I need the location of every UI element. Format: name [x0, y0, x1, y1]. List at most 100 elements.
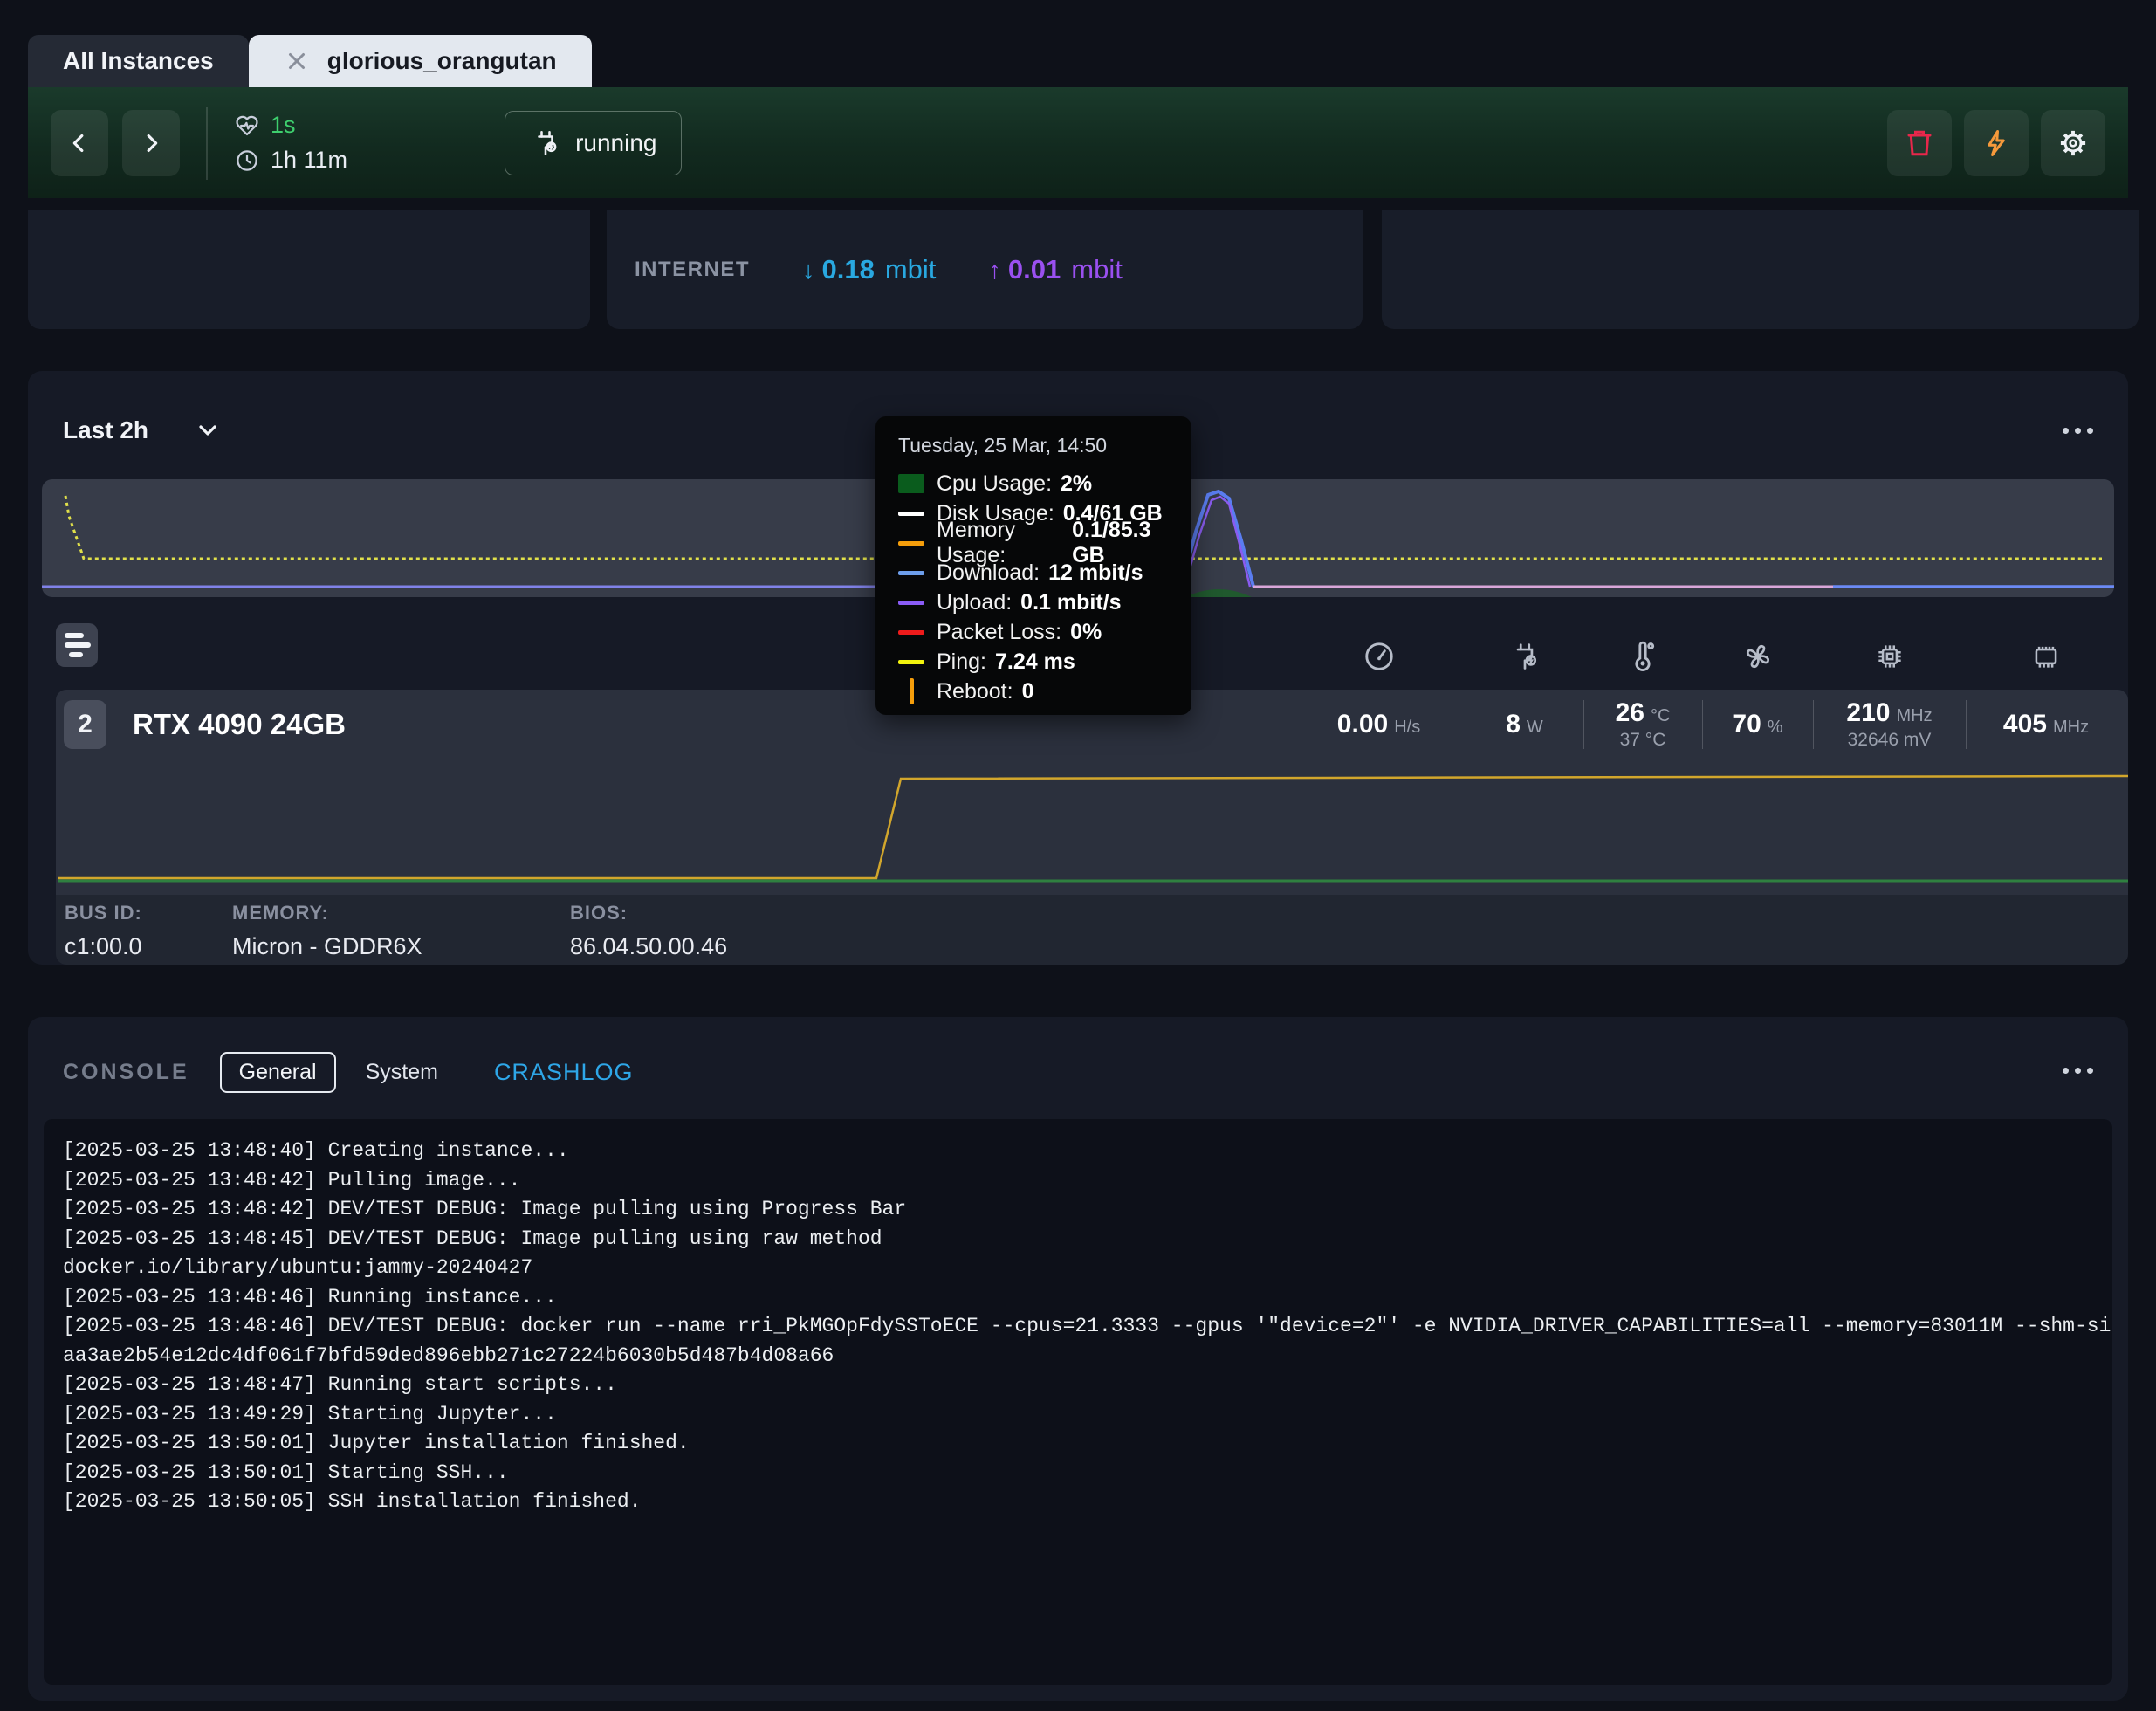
- thermometer-icon: [1626, 640, 1659, 673]
- gpu-bus-id: BUS ID: c1:00.0: [65, 902, 142, 960]
- tab-instance-label: glorious_orangutan: [327, 47, 557, 75]
- tab-all-instances[interactable]: All Instances: [28, 35, 249, 87]
- heartbeat-icon: [234, 113, 260, 139]
- time-range-dropdown[interactable]: Last 2h: [63, 416, 222, 444]
- console-log-line: [2025-03-25 13:50:05] SSH installation f…: [63, 1488, 2093, 1517]
- chevron-down-icon: [194, 416, 222, 444]
- cpu-chip-icon: [1873, 640, 1906, 673]
- chart-tooltip: Tuesday, 25 Mar, 14:50 Cpu Usage: 2% Dis…: [875, 416, 1191, 715]
- time-range-label: Last 2h: [63, 416, 148, 444]
- download-unit: mbit: [885, 254, 937, 285]
- console-log: [2025-03-25 13:48:40] Creating instance.…: [44, 1119, 2112, 1685]
- tooltip-row-packet-loss: Packet Loss: 0%: [898, 617, 1169, 647]
- metrics-more-menu[interactable]: [2063, 428, 2093, 434]
- uptime-row: 1h 11m: [234, 147, 347, 174]
- tab-all-instances-label: All Instances: [63, 47, 214, 75]
- gpu-chart: [56, 759, 2128, 895]
- console-log-line: [2025-03-25 13:48:47] Running start scri…: [63, 1371, 2093, 1400]
- close-icon[interactable]: [284, 48, 310, 74]
- upload-value: 0.01: [1008, 254, 1061, 285]
- console-tab-general[interactable]: General: [220, 1052, 336, 1093]
- internet-download: ↓ 0.18 mbit: [802, 254, 936, 285]
- status-running-button[interactable]: running: [505, 111, 682, 175]
- console-panel: CONSOLE General System CRASHLOG [2025-03…: [28, 1017, 2128, 1701]
- gpu-stat-hashrate: 0.00H/s: [1292, 690, 1466, 759]
- status-running-label: running: [575, 129, 656, 157]
- metrics-panel: Last 2h Tuesday, 25 Mar, 14:50 Cpu Usage…: [28, 371, 2128, 965]
- gpu-stat-temperature: 26°C 37 °C: [1583, 690, 1702, 759]
- memory-chip-icon: [2029, 640, 2063, 673]
- console-log-line: [2025-03-25 13:48:42] Pulling image...: [63, 1166, 2093, 1196]
- upload-arrow-icon: ↑: [988, 257, 1001, 285]
- trash-icon: [1904, 127, 1935, 159]
- tab-bar: All Instances glorious_orangutan: [28, 35, 592, 87]
- console-log-line: aa3ae2b54e12dc4df061f7bfd59ded896ebb271c…: [63, 1342, 2093, 1371]
- heartbeat-row: 1s: [234, 112, 347, 139]
- download-value: 0.18: [822, 254, 875, 285]
- instance-toolbar: 1s 1h 11m running: [28, 87, 2128, 198]
- gpu-row[interactable]: 2 RTX 4090 24GB 0.00H/s 8W 26°C 37 °C 70…: [56, 690, 2128, 895]
- toolbar-divider: [206, 107, 208, 180]
- tooltip-row-reboot: Reboot: 0: [898, 677, 1169, 706]
- download-spike: [1181, 491, 1253, 587]
- uptime-value: 1h 11m: [271, 147, 347, 174]
- card-right: [1382, 210, 2139, 329]
- card-left: [28, 210, 590, 329]
- gauge-icon: [1363, 640, 1396, 673]
- next-instance-button[interactable]: [122, 110, 180, 176]
- crashlog-link[interactable]: CRASHLOG: [494, 1059, 634, 1086]
- packet-loss-swatch: [898, 630, 924, 635]
- destroy-instance-button[interactable]: [1887, 110, 1952, 176]
- gpu-stat-fan: 70%: [1702, 690, 1813, 759]
- gpu-index-badge: 2: [64, 700, 106, 749]
- console-log-line: docker.io/library/ubuntu:jammy-20240427: [63, 1254, 2093, 1283]
- card-internet: INTERNET ↓ 0.18 mbit ↑ 0.01 mbit: [607, 210, 1363, 329]
- tab-instance[interactable]: glorious_orangutan: [249, 35, 592, 87]
- gpu-stat-mem-clock: 405MHz: [1966, 690, 2126, 759]
- app-window: All Instances glorious_orangutan 1s 1h 1…: [0, 0, 2156, 1711]
- console-header: CONSOLE General System CRASHLOG: [63, 1052, 633, 1093]
- console-log-line: [2025-03-25 13:48:46] DEV/TEST DEBUG: do…: [63, 1312, 2093, 1342]
- internet-upload: ↑ 0.01 mbit: [988, 254, 1122, 285]
- console-log-line: [2025-03-25 13:50:01] Jupyter installati…: [63, 1429, 2093, 1459]
- power-plug-icon: [530, 127, 561, 159]
- prev-instance-button[interactable]: [51, 110, 108, 176]
- console-more-menu[interactable]: [2063, 1068, 2093, 1074]
- console-log-line: [2025-03-25 13:48:40] Creating instance.…: [63, 1137, 2093, 1166]
- gpu-yellow-line: [58, 776, 2128, 878]
- chevron-right-icon: [136, 128, 166, 158]
- chevron-left-icon: [65, 128, 94, 158]
- console-log-line: [2025-03-25 13:48:45] DEV/TEST DEBUG: Im…: [63, 1225, 2093, 1254]
- console-log-line: [2025-03-25 13:49:29] Starting Jupyter..…: [63, 1400, 2093, 1430]
- tooltip-row-ping: Ping: 7.24 ms: [898, 647, 1169, 677]
- upload-unit: mbit: [1071, 254, 1123, 285]
- tooltip-row-cpu: Cpu Usage: 2%: [898, 469, 1169, 498]
- download-swatch: [898, 571, 924, 575]
- tooltip-row-upload: Upload: 0.1 mbit/s: [898, 588, 1169, 617]
- internet-label: INTERNET: [635, 258, 750, 282]
- settings-button[interactable]: [2041, 110, 2105, 176]
- status-block: 1s 1h 11m: [234, 112, 347, 174]
- gear-icon: [2057, 127, 2089, 159]
- reboot-instance-button[interactable]: [1964, 110, 2029, 176]
- download-arrow-icon: ↓: [802, 257, 815, 285]
- lightning-bolt-icon: [1981, 127, 2012, 159]
- fan-icon: [1741, 640, 1775, 673]
- disk-swatch: [898, 512, 924, 516]
- gpu-list-view-button[interactable]: [56, 623, 98, 667]
- gpu-details-footer: BUS ID: c1:00.0 MEMORY: Micron - GDDR6X …: [56, 895, 2128, 965]
- reboot-swatch: [910, 678, 914, 704]
- console-tab-system[interactable]: System: [359, 1054, 445, 1091]
- gpu-chart-svg: [56, 759, 2128, 895]
- cpu-swatch: [898, 474, 924, 493]
- clock-icon: [234, 148, 260, 174]
- gpu-memory: MEMORY: Micron - GDDR6X: [232, 902, 422, 960]
- heartbeat-value: 1s: [271, 112, 296, 139]
- gpu-stat-header-icons: [1292, 640, 2126, 673]
- console-log-line: [2025-03-25 13:48:46] Running instance..…: [63, 1283, 2093, 1313]
- gpu-bios: BIOS: 86.04.50.00.46: [570, 902, 727, 960]
- gpu-stats: 0.00H/s 8W 26°C 37 °C 70% 210MHz 32: [1292, 690, 2126, 759]
- tooltip-row-download: Download: 12 mbit/s: [898, 558, 1169, 588]
- console-log-line: [2025-03-25 13:50:01] Starting SSH...: [63, 1459, 2093, 1488]
- console-label: CONSOLE: [63, 1060, 189, 1085]
